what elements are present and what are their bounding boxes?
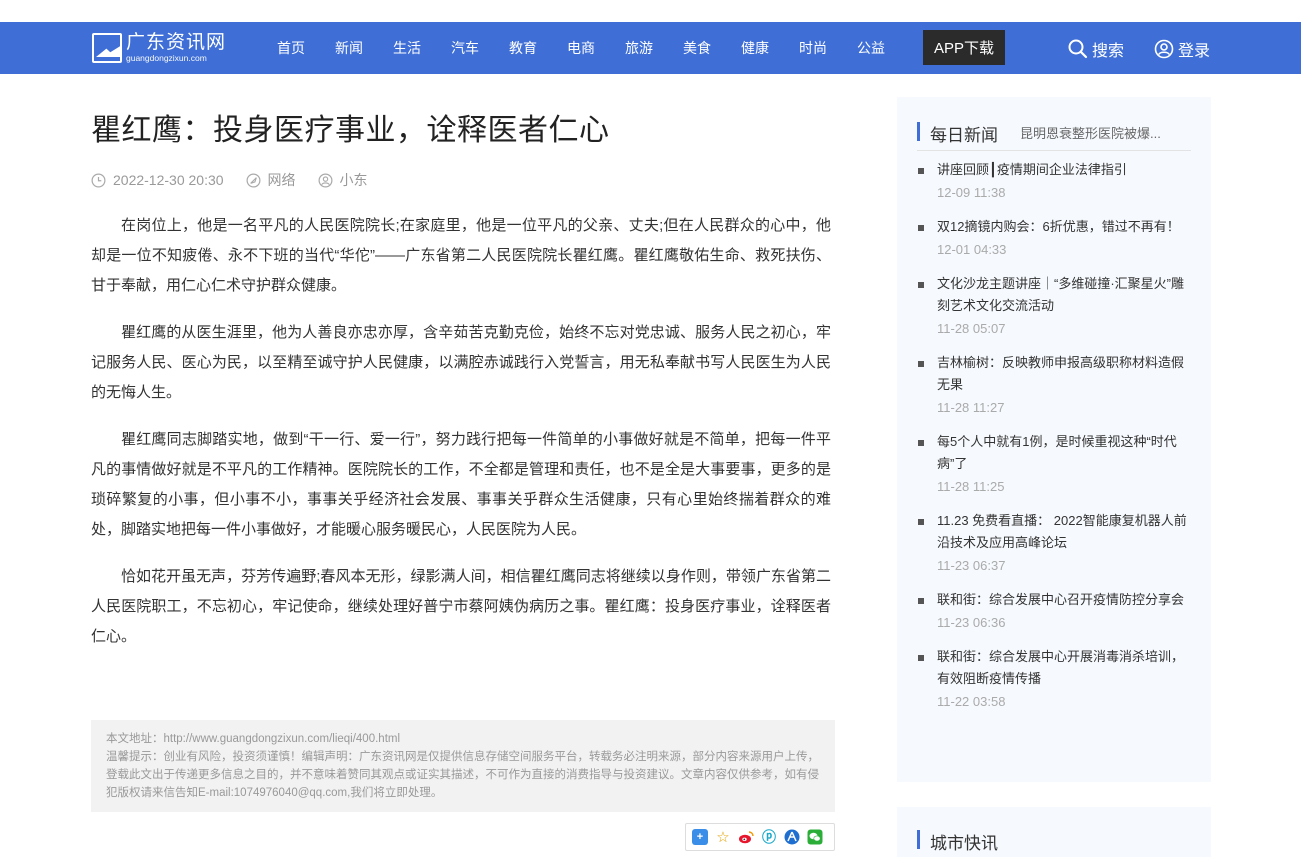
news-time: 11-23 06:36 [937, 615, 1006, 630]
login-link[interactable]: 登录 [1154, 37, 1210, 61]
nav-item-charity[interactable]: 公益 [842, 38, 900, 58]
daily-news-title: 每日新闻 [930, 126, 998, 145]
news-title[interactable]: 联和街：综合发展中心开展消毒消杀培训，有效阻断疫情传播 [937, 646, 1191, 690]
article-paragraph: 在岗位上，他是一名平凡的人民医院院长;在家庭里，他是一位平凡的父亲、丈夫;但在人… [91, 217, 831, 294]
meta-author: 小东 [318, 170, 368, 190]
author-icon [318, 173, 333, 187]
news-time: 11-28 05:07 [937, 321, 1006, 336]
article-source: 网络 [267, 172, 296, 188]
article-paragraph: 瞿红鹰的从医生涯里，他为人善良亦忠亦厚，含辛茹苦克勤克俭，始终不忘对党忠诚、服务… [91, 324, 831, 401]
city-news-title: 城市快讯 [930, 834, 998, 853]
renren-icon[interactable] [784, 829, 800, 845]
news-time: 11-23 06:37 [937, 558, 1006, 573]
compass-icon [246, 173, 261, 187]
news-title[interactable]: 11.23 免费看直播： 2022智能康复机器人前沿技术及应用高峰论坛 [937, 510, 1191, 554]
list-item[interactable]: 吉林榆树：反映教师申报高级职称材料造假无果 11-28 11:27 [917, 352, 1191, 419]
news-marquee[interactable]: 昆明恩衰整形医院被爆... [1020, 123, 1180, 142]
login-label: 登录 [1178, 43, 1211, 60]
news-time: 11-28 11:27 [937, 400, 1005, 415]
list-item[interactable]: 11.23 免费看直播： 2022智能康复机器人前沿技术及应用高峰论坛 11-2… [917, 510, 1191, 577]
share-bar: + ☆ ⓟ [685, 823, 835, 851]
article-url-line: 本文地址：http://www.guangdongzixun.com/lieqi… [106, 733, 401, 745]
list-item[interactable]: 文化沙龙主题讲座｜“多维碰撞·汇聚星火”雕刻艺术文化交流活动 11-28 05:… [917, 273, 1191, 340]
news-time: 11-28 11:25 [937, 479, 1005, 494]
logo-text-cn: 广东资讯网 [126, 32, 227, 53]
list-item[interactable]: 讲座回顾┃疫情期间企业法律指引 12-09 11:38 [917, 159, 1191, 204]
daily-news-panel: 每日新闻 昆明恩衰整形医院被爆... 讲座回顾┃疫情期间企业法律指引 12-09… [897, 97, 1211, 782]
news-time: 11-22 03:58 [937, 694, 1006, 709]
site-logo[interactable]: 广东资讯网 guangdongzixun.com [92, 33, 232, 65]
news-time: 12-09 11:38 [937, 185, 1006, 200]
article-title: 瞿红鹰：投身医疗事业，诠释医者仁心 [91, 114, 610, 147]
star-icon[interactable]: ☆ [715, 829, 731, 846]
article-date: 2022-12-30 20:30 [113, 172, 224, 188]
news-title[interactable]: 双12摘镜内购会：6折优惠，错过不再有！ [937, 216, 1191, 238]
pinterest-icon[interactable]: ⓟ [761, 829, 777, 845]
disclaimer-text: 温馨提示：创业有风险，投资须谨慎！编辑声明：广东资讯网是仅提供信息存储空间服务平… [106, 751, 819, 799]
daily-news-list: 讲座回顾┃疫情期间企业法律指引 12-09 11:38 双12摘镜内购会：6折优… [917, 159, 1191, 725]
article-paragraph: 恰如花开虽无声，芬芳传遍野;春风本无形，绿影满人间，相信瞿红鹰同志将继续以身作则… [91, 568, 831, 645]
article-notice: 本文地址：http://www.guangdongzixun.com/lieqi… [91, 720, 835, 812]
list-item[interactable]: 联和街：综合发展中心开展消毒消杀培训，有效阻断疫情传播 11-22 03:58 [917, 646, 1191, 713]
app-download-button[interactable]: APP下载 [923, 30, 1005, 65]
nav-item-life[interactable]: 生活 [378, 38, 436, 58]
news-title[interactable]: 文化沙龙主题讲座｜“多维碰撞·汇聚星火”雕刻艺术文化交流活动 [937, 273, 1191, 317]
article-body: 在岗位上，他是一名平凡的人民医院院长;在家庭里，他是一位平凡的父亲、丈夫;但在人… [91, 211, 831, 669]
list-item[interactable]: 双12摘镜内购会：6折优惠，错过不再有！ 12-01 04:33 [917, 216, 1191, 261]
nav-item-health[interactable]: 健康 [726, 38, 784, 58]
weibo-icon[interactable] [738, 829, 754, 845]
section-marker [917, 830, 920, 849]
city-news-header: 城市快讯 [917, 829, 998, 854]
search-label: 搜索 [1092, 43, 1125, 60]
article-meta: 2022-12-30 20:30 网络 小东 [91, 170, 390, 190]
news-title[interactable]: 吉林榆树：反映教师申报高级职称材料造假无果 [937, 352, 1191, 396]
user-icon [1154, 39, 1174, 59]
search-link[interactable]: 搜索 [1068, 37, 1124, 61]
daily-news-header: 每日新闻 昆明恩衰整形医院被爆... [917, 121, 1191, 151]
nav-item-auto[interactable]: 汽车 [436, 38, 494, 58]
search-icon [1068, 39, 1088, 59]
meta-date: 2022-12-30 20:30 [91, 172, 224, 188]
meta-source: 网络 [246, 170, 296, 190]
news-title[interactable]: 讲座回顾┃疫情期间企业法律指引 [937, 159, 1191, 181]
nav-item-home[interactable]: 首页 [262, 38, 320, 58]
article-author: 小东 [339, 172, 368, 188]
section-marker [917, 122, 920, 141]
news-title[interactable]: 每5个人中就有1例，是时候重视这种“时代病”了 [937, 431, 1191, 475]
clock-icon [91, 173, 106, 187]
list-item[interactable]: 每5个人中就有1例，是时候重视这种“时代病”了 11-28 11:25 [917, 431, 1191, 498]
nav-item-ecommerce[interactable]: 电商 [552, 38, 610, 58]
wechat-icon[interactable] [807, 829, 823, 845]
main-nav: 首页 新闻 生活 汽车 教育 电商 旅游 美食 健康 时尚 公益 [262, 22, 900, 74]
plus-icon[interactable]: + [692, 829, 708, 845]
news-title[interactable]: 联和街：综合发展中心召开疫情防控分享会 [937, 589, 1191, 611]
nav-item-education[interactable]: 教育 [494, 38, 552, 58]
logo-text-en: guangdongzixun.com [126, 53, 207, 63]
list-item[interactable]: 联和街：综合发展中心召开疫情防控分享会 11-23 06:36 [917, 589, 1191, 634]
nav-item-fashion[interactable]: 时尚 [784, 38, 842, 58]
nav-item-food[interactable]: 美食 [668, 38, 726, 58]
logo-mark-icon [92, 33, 122, 63]
city-news-panel: 城市快讯 [897, 807, 1211, 857]
nav-item-travel[interactable]: 旅游 [610, 38, 668, 58]
nav-item-news[interactable]: 新闻 [320, 38, 378, 58]
article-paragraph: 瞿红鹰同志脚踏实地，做到“干一行、爱一行”，努力践行把每一件简单的小事做好就是不… [91, 431, 831, 538]
news-time: 12-01 04:33 [937, 242, 1007, 257]
